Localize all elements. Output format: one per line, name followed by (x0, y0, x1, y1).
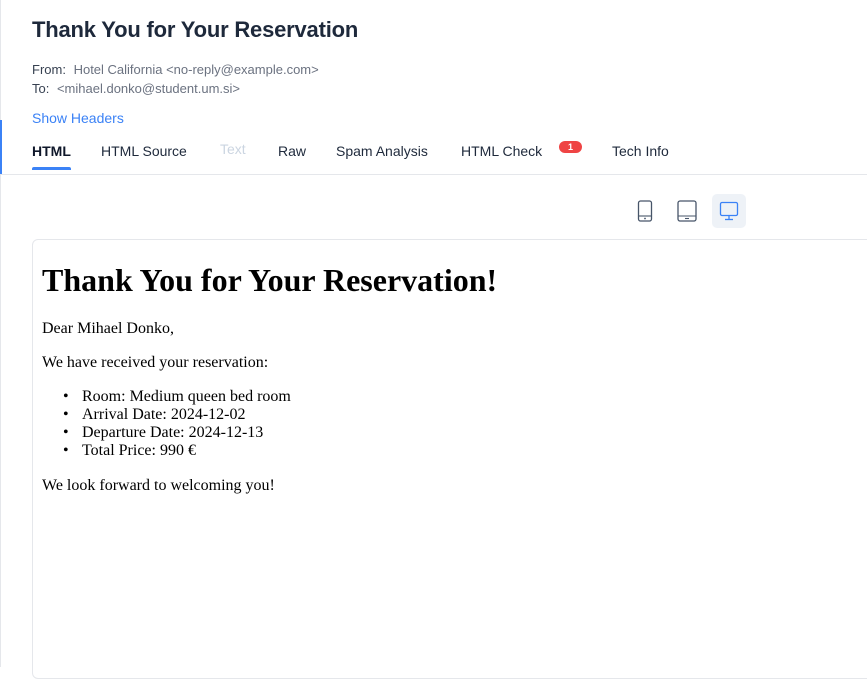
email-preview-frame[interactable]: Thank You for Your Reservation! Dear Mih… (32, 239, 867, 679)
to-line: To: <mihael.donko@student.um.si> (32, 81, 240, 96)
preview-closing: We look forward to welcoming you! (42, 477, 275, 494)
mobile-view-button[interactable] (628, 194, 662, 228)
tablet-icon (677, 200, 697, 222)
tab-html[interactable]: HTML (32, 143, 71, 170)
left-rail (0, 0, 1, 667)
email-subject: Thank You for Your Reservation (32, 17, 359, 42)
to-value: <mihael.donko@student.um.si> (56, 81, 240, 96)
detail-arrival: Arrival Date: 2024-12-02 (42, 406, 291, 424)
desktop-view-button[interactable] (712, 194, 746, 228)
preview-greeting: Dear Mihael Donko, (42, 320, 174, 337)
tab-html-source[interactable]: HTML Source (101, 143, 187, 169)
from-value: Hotel California <no-reply@example.com> (73, 62, 319, 77)
preview-received: We have received your reservation: (42, 354, 269, 371)
from-label: From: (32, 62, 66, 77)
detail-total-price: Total Price: 990 € (42, 442, 291, 460)
mobile-icon (637, 200, 653, 222)
detail-room: Room: Medium queen bed room (42, 388, 291, 406)
tab-raw[interactable]: Raw (278, 143, 306, 169)
reservation-details-list: Room: Medium queen bed room Arrival Date… (42, 388, 291, 460)
detail-departure: Departure Date: 2024-12-13 (42, 424, 291, 442)
tab-bar: HTML HTML Source Text Raw Spam Analysis … (0, 139, 867, 175)
tab-text: Text (220, 141, 246, 157)
desktop-icon (719, 201, 739, 221)
tab-spam-analysis[interactable]: Spam Analysis (336, 143, 428, 169)
from-line: From: Hotel California <no-reply@example… (32, 62, 319, 77)
tab-tech-info[interactable]: Tech Info (612, 143, 669, 169)
to-label: To: (32, 81, 50, 96)
tablet-view-button[interactable] (670, 194, 704, 228)
preview-heading: Thank You for Your Reservation! (42, 262, 498, 298)
show-headers-link[interactable]: Show Headers (32, 110, 124, 126)
tab-html-check[interactable]: HTML Check (461, 143, 542, 169)
html-check-badge: 1 (559, 141, 582, 153)
